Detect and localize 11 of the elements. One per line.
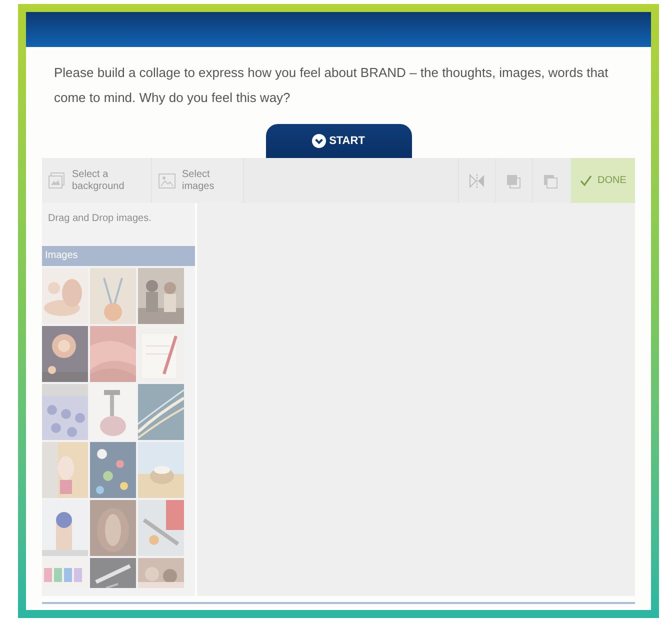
picture-icon — [158, 172, 176, 188]
question-text: Please build a collage to express how you feel about BRAND – the thoughts, images, words that come to mind. Why do you feel this way? — [54, 64, 610, 107]
stacked-pictures-icon — [48, 172, 66, 190]
chevron-down-icon — [312, 134, 326, 148]
panel-title: Images — [42, 246, 195, 266]
flip-icon — [468, 172, 486, 188]
send-back-icon — [542, 172, 560, 188]
checkmark-icon — [580, 174, 592, 186]
start-button[interactable]: START — [266, 124, 412, 158]
hint-text: Drag and Drop images. — [47, 212, 152, 226]
bring-front-icon — [505, 172, 523, 188]
